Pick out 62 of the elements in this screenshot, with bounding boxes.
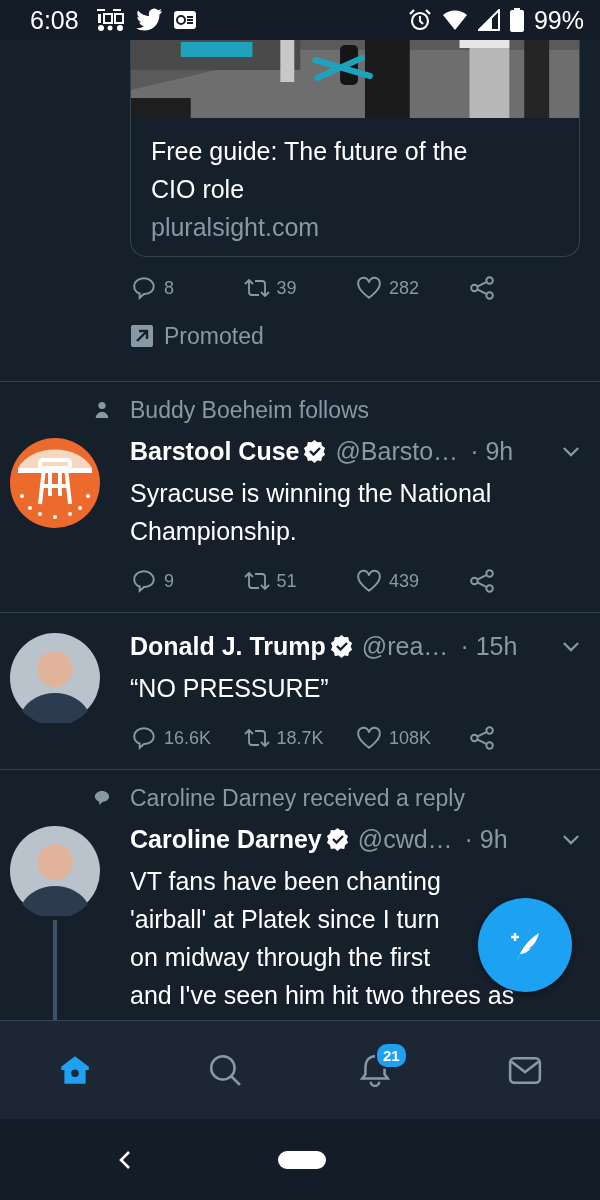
weather-clock-icon xyxy=(94,7,125,33)
reply-icon[interactable] xyxy=(130,725,158,751)
tweet-text-line: 'airball' at Platek since I turn xyxy=(130,904,440,935)
tweet-time: · 9h xyxy=(464,824,508,854)
reply-count: 8 xyxy=(164,277,174,299)
reply-count: 9 xyxy=(164,570,174,592)
like-count: 108K xyxy=(389,727,432,749)
tweet-text-line: Syracuse is winning the National xyxy=(130,478,492,509)
home-pill[interactable] xyxy=(278,1150,326,1169)
news-app-icon xyxy=(172,9,197,31)
context-label: Buddy Boeheim follows xyxy=(130,396,370,424)
back-icon[interactable] xyxy=(118,1149,132,1170)
tweet-text-line: “NO PRESSURE” xyxy=(130,673,329,704)
retweet-count: 51 xyxy=(276,570,297,592)
author-handle: @Barsto… xyxy=(335,436,459,466)
tweet-text-line: VT fans have been chanting xyxy=(130,866,441,897)
author-name[interactable]: Caroline Darney xyxy=(130,824,322,854)
reply-icon[interactable] xyxy=(130,275,158,301)
card-domain: pluralsight.com xyxy=(151,212,321,243)
promoted-label: Promoted xyxy=(164,322,264,350)
notification-count: 21 xyxy=(375,1042,408,1069)
retweet-count: 18.7K xyxy=(276,727,324,749)
chevron-down-icon[interactable] xyxy=(562,445,580,457)
heart-icon[interactable] xyxy=(355,275,383,301)
link-card[interactable]: Free guide: The future of the CIO role pluralsight.com xyxy=(130,40,580,257)
wifi-icon xyxy=(441,9,468,31)
promoted-icon xyxy=(130,324,154,348)
person-icon xyxy=(94,401,110,419)
heart-icon[interactable] xyxy=(355,725,383,751)
author-handle: @cwd… xyxy=(357,824,453,854)
tweet-text-line: and I've seen him hit two threes as xyxy=(130,980,515,1011)
context-label: Caroline Darney received a reply xyxy=(130,784,465,812)
signal-icon xyxy=(477,9,500,31)
card-title: Free guide: The future of the CIO role xyxy=(151,136,469,205)
like-count: 439 xyxy=(389,570,420,592)
reply-icon[interactable] xyxy=(130,568,158,594)
author-name[interactable]: Barstool Cuse xyxy=(130,436,300,466)
avatar[interactable] xyxy=(10,633,100,723)
reply-count: 16.6K xyxy=(164,727,212,749)
battery-level: 99% xyxy=(533,5,584,35)
tweet-text-line: on midway through the first xyxy=(130,942,431,973)
status-time: 6:08 xyxy=(30,5,79,35)
alarm-icon xyxy=(407,8,432,32)
heart-icon[interactable] xyxy=(355,568,383,594)
speech-bubble-icon xyxy=(94,789,110,807)
share-icon[interactable] xyxy=(467,568,496,594)
bird-icon xyxy=(134,8,163,32)
logo-avatar[interactable] xyxy=(10,438,100,528)
battery-icon xyxy=(509,8,524,32)
chevron-down-icon[interactable] xyxy=(562,640,580,652)
tweet-time: · 15h xyxy=(460,631,518,661)
retweet-count: 39 xyxy=(276,277,297,299)
share-icon[interactable] xyxy=(467,725,496,751)
tweet-text-line: Championship. xyxy=(130,516,297,547)
chevron-down-icon[interactable] xyxy=(562,833,580,845)
like-count: 282 xyxy=(389,277,420,299)
avatar[interactable] xyxy=(10,826,100,916)
author-name[interactable]: Donald J. Trump xyxy=(130,631,326,661)
search-icon xyxy=(208,1053,242,1087)
share-icon[interactable] xyxy=(467,275,496,301)
tweet-time: · 9h xyxy=(470,436,514,466)
author-handle: @rea… xyxy=(361,631,449,661)
